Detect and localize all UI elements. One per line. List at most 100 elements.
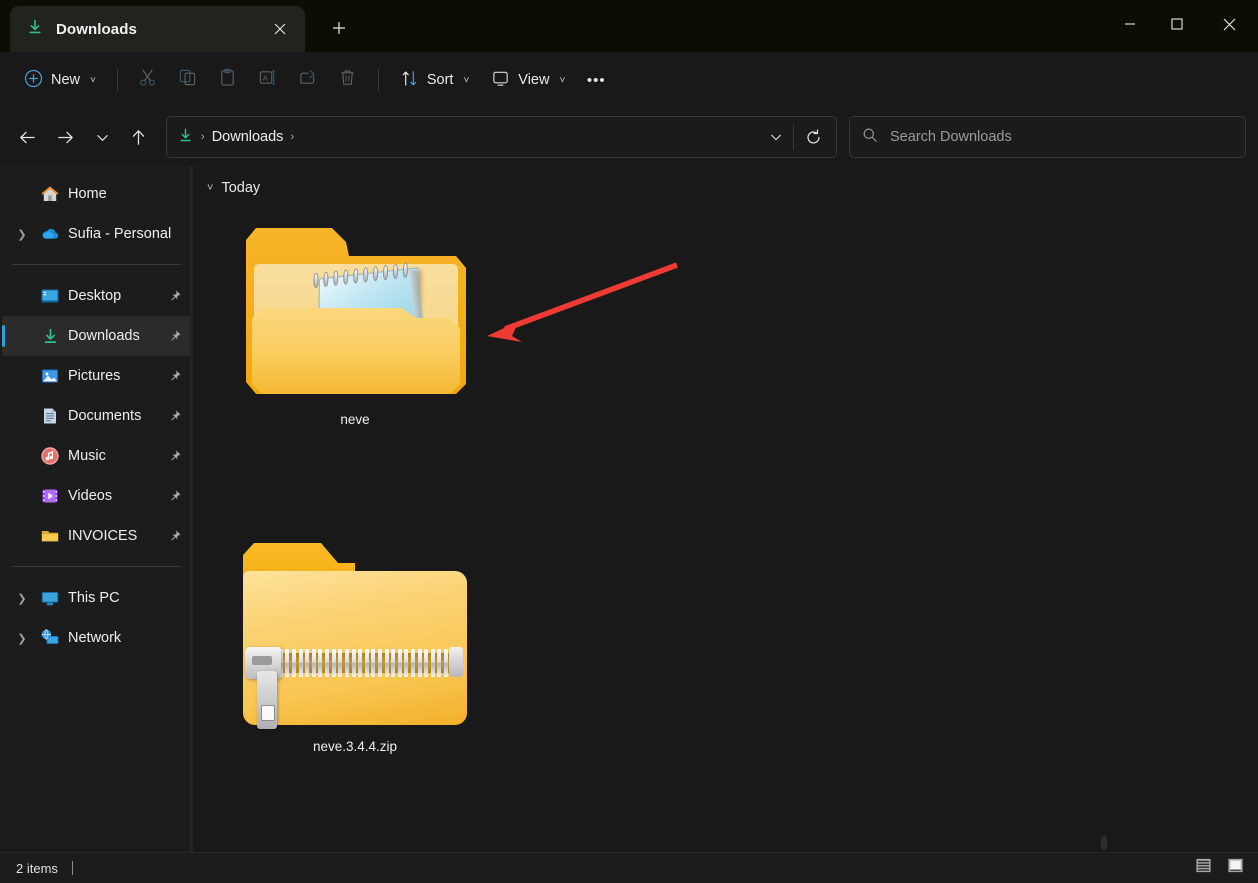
sidebar-divider-2 [12, 566, 181, 567]
pin-icon[interactable] [165, 489, 185, 503]
network-icon [38, 626, 62, 650]
large-icons-view-icon [1227, 857, 1244, 879]
pin-icon[interactable] [165, 449, 185, 463]
sidebar-item-pictures[interactable]: › Pictures [2, 356, 191, 396]
sidebar-item-home[interactable]: › Home [2, 174, 191, 214]
file-item-neve[interactable]: neve [235, 226, 475, 427]
sidebar-item-sufia-personal[interactable]: ❯ Sufia - Personal [2, 214, 191, 254]
delete-button[interactable] [329, 62, 367, 98]
file-item-neve-zip[interactable]: neve.3.4.4.zip [235, 543, 475, 754]
zipped-folder-icon [243, 543, 467, 729]
search-icon [862, 127, 878, 148]
group-header-label: Today [221, 180, 261, 196]
clipboard-icon [218, 68, 237, 92]
sort-button[interactable]: Sort ˅ [390, 62, 479, 98]
maximize-button[interactable] [1153, 0, 1200, 48]
item-count-label: 2 items [16, 860, 58, 876]
chevron-right-icon: › [12, 446, 32, 466]
close-button[interactable] [1200, 0, 1258, 48]
sort-arrows-icon [400, 69, 419, 92]
recent-locations-button[interactable] [85, 118, 120, 156]
chevron-right-icon[interactable]: ❯ [12, 588, 32, 608]
toolbar-divider [116, 69, 118, 91]
sidebar-item-label: Downloads [68, 328, 140, 344]
horizontal-scrollbar[interactable] [1101, 836, 1107, 850]
new-tab-button[interactable] [320, 10, 358, 46]
back-button[interactable] [8, 118, 46, 156]
tab-downloads[interactable]: Downloads [10, 6, 305, 52]
sidebar-item-documents[interactable]: › Documents [2, 396, 191, 436]
forward-button[interactable] [46, 118, 84, 156]
svg-text:A: A [263, 73, 269, 82]
sidebar-item-downloads[interactable]: › Downloads [2, 316, 191, 356]
search-input[interactable]: Search Downloads [890, 129, 1012, 145]
videos-icon [38, 484, 62, 508]
tab-strip: Downloads [0, 0, 1258, 52]
view-button-label: View [518, 72, 550, 88]
documents-icon [38, 404, 62, 428]
sidebar-item-videos[interactable]: › Videos [2, 476, 191, 516]
file-item-label: neve [340, 412, 370, 427]
sidebar-item-desktop[interactable]: › Desktop [2, 276, 191, 316]
cut-button[interactable] [129, 62, 167, 98]
trash-icon [338, 68, 357, 92]
pin-icon[interactable] [165, 329, 185, 343]
search-box[interactable]: Search Downloads [849, 116, 1247, 158]
sidebar-item-invoices[interactable]: › INVOICES [2, 516, 191, 556]
downloads-arrow-icon [38, 324, 62, 348]
folder-icon [38, 524, 62, 548]
sidebar-item-music[interactable]: › Music [2, 436, 191, 476]
downloads-arrow-icon [177, 127, 194, 148]
see-more-button[interactable]: ••• [577, 62, 615, 98]
address-bar[interactable]: › Downloads › [166, 116, 838, 158]
chevron-down-icon: ˅ [90, 74, 96, 86]
sidebar-item-this-pc[interactable]: ❯ This PC [2, 578, 191, 618]
copy-button[interactable] [169, 62, 207, 98]
this-pc-icon [38, 586, 62, 610]
share-button[interactable] [289, 62, 327, 98]
breadcrumb-separator-2[interactable]: › [290, 131, 294, 143]
new-button[interactable]: New ˅ [14, 62, 106, 98]
sort-button-label: Sort [426, 72, 454, 88]
details-view-button[interactable] [1190, 856, 1216, 880]
status-divider [71, 861, 73, 875]
pin-icon[interactable] [165, 409, 185, 423]
window-body: › Home ❯ [0, 166, 1258, 852]
chevron-right-icon: › [12, 184, 32, 204]
sidebar-item-label: Home [68, 186, 107, 202]
chevron-right-icon[interactable]: ❯ [12, 224, 32, 244]
close-icon[interactable] [265, 14, 295, 44]
sidebar-item-label: Documents [68, 408, 142, 424]
chevron-right-icon: › [12, 406, 32, 426]
plus-circle-icon [24, 69, 43, 92]
minimize-button[interactable] [1106, 0, 1153, 48]
desktop-icon [38, 284, 62, 308]
file-list-view[interactable]: ˅ Today neve neve.3.4.4.zip [193, 166, 1258, 852]
pin-icon[interactable] [165, 289, 185, 303]
breadcrumb: › Downloads › [177, 127, 759, 148]
refresh-button[interactable] [794, 120, 832, 154]
navigation-pane: › Home ❯ [0, 166, 193, 852]
music-icon [38, 444, 62, 468]
chevron-down-icon: ˅ [463, 74, 470, 86]
sidebar-item-label: This PC [68, 590, 120, 606]
ellipsis-icon: ••• [586, 71, 606, 89]
up-button[interactable] [120, 118, 158, 156]
sidebar-item-network[interactable]: ❯ Network [2, 618, 191, 658]
chevron-right-icon: › [12, 326, 32, 346]
group-header-today[interactable]: ˅ Today [193, 166, 1258, 196]
command-bar: New ˅ A Sort ˅ View ˅ ••• [0, 52, 1258, 108]
file-item-label: neve.3.4.4.zip [312, 739, 398, 754]
paste-button[interactable] [209, 62, 247, 98]
chevron-down-icon[interactable]: ˅ [207, 182, 213, 194]
view-button[interactable]: View ˅ [481, 62, 575, 98]
status-bar: 2 items [0, 852, 1258, 883]
chevron-right-icon[interactable]: ❯ [12, 628, 32, 648]
pin-icon[interactable] [165, 369, 185, 383]
breadcrumb-downloads[interactable]: Downloads [212, 129, 284, 145]
large-icons-view-button[interactable] [1222, 856, 1248, 880]
address-dropdown-button[interactable] [759, 120, 793, 154]
rename-button[interactable]: A [249, 62, 287, 98]
new-button-label: New [51, 72, 81, 88]
pin-icon[interactable] [165, 529, 185, 543]
